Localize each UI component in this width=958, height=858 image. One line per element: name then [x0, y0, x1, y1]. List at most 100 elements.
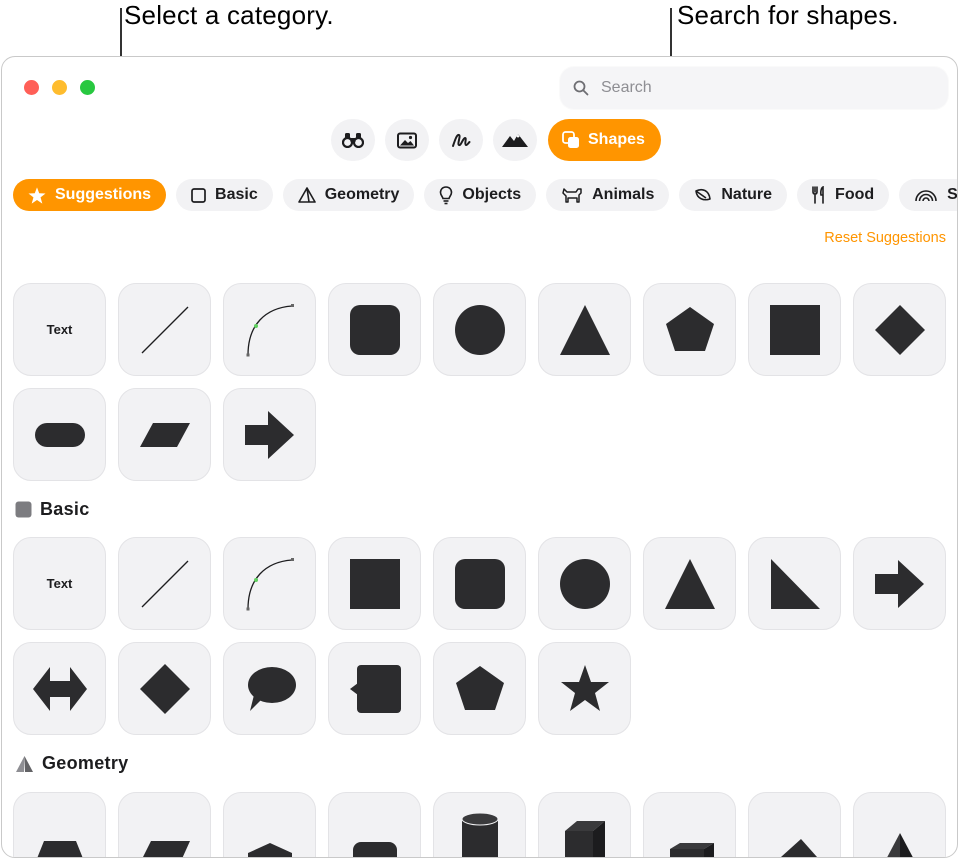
shape-tile-pyramid[interactable] [748, 792, 841, 858]
mode-shapes-button[interactable]: Shapes [548, 119, 661, 161]
star-icon [28, 187, 46, 204]
shape-tile-rounded-rect[interactable] [328, 792, 421, 858]
curve-shape-icon [240, 300, 300, 360]
speech-bubble-shape-icon [240, 659, 300, 719]
shape-tile-pentagon[interactable] [433, 642, 526, 735]
category-animals-label: Animals [592, 186, 654, 204]
shape-tile-right-triangle[interactable] [748, 537, 841, 630]
square-icon [191, 188, 206, 203]
rounded-square-shape-icon [345, 300, 405, 360]
shape-tile-parallelogram[interactable] [118, 792, 211, 858]
category-objects[interactable]: Objects [424, 179, 536, 211]
dog-icon [561, 186, 583, 204]
diamond-shape-icon [870, 300, 930, 360]
shape-tile-callout-square[interactable] [328, 642, 421, 735]
shape-tile-cylinder[interactable] [433, 792, 526, 858]
shape-tile-parallelogram[interactable] [118, 388, 211, 481]
right-triangle-shape-icon [765, 554, 825, 614]
close-button[interactable] [24, 80, 39, 95]
basic-grid: Text [13, 537, 946, 735]
rounded-square-shape-icon [450, 554, 510, 614]
shape-tile-tetrahedron[interactable] [853, 792, 946, 858]
pyramid-icon [298, 187, 316, 204]
mode-landscape-button[interactable] [493, 119, 537, 161]
category-bar: Suggestions Basic Geometry Objects Anima… [13, 179, 958, 211]
shape-tile-star[interactable] [538, 642, 631, 735]
rounded-rect-shape-icon [345, 809, 405, 858]
pyramid-fill-icon [15, 755, 34, 773]
parallelogram-shape-icon [135, 809, 195, 858]
mountains-icon [502, 132, 528, 148]
pyramid-shape-icon [765, 809, 825, 858]
section-geometry-header: Geometry [15, 753, 128, 774]
shape-tile-box[interactable] [643, 792, 736, 858]
shape-tile-square[interactable] [748, 283, 841, 376]
category-geometry[interactable]: Geometry [283, 179, 415, 211]
category-nature[interactable]: Nature [679, 179, 787, 211]
line-shape-icon [135, 300, 195, 360]
shape-tile-arrow[interactable] [223, 388, 316, 481]
shape-tile-triangle[interactable] [643, 537, 736, 630]
shape-tile-line[interactable] [118, 537, 211, 630]
search-icon [573, 80, 589, 96]
shape-tile-curve[interactable] [223, 283, 316, 376]
shape-tile-pill[interactable] [13, 388, 106, 481]
shape-tile-arrow[interactable] [853, 537, 946, 630]
curve-shape-icon [240, 554, 300, 614]
rainbow-icon [914, 188, 938, 202]
suggestions-grid: Text [13, 283, 946, 481]
callout-search: Search for shapes. [677, 0, 899, 31]
box-shape-icon [660, 809, 720, 858]
square-shape-icon [765, 300, 825, 360]
callout-category: Select a category. [124, 0, 334, 31]
category-suggestions-label: Suggestions [55, 186, 151, 204]
shape-tile-trapezoid[interactable] [13, 792, 106, 858]
tetrahedron-shape-icon [870, 809, 930, 858]
shape-tile-double-arrow[interactable] [13, 642, 106, 735]
search-field[interactable] [560, 67, 948, 109]
mode-binoculars-button[interactable] [331, 119, 375, 161]
shape-tile-speech-bubble[interactable] [223, 642, 316, 735]
shape-tile-square[interactable] [328, 537, 421, 630]
category-food[interactable]: Food [797, 179, 889, 211]
shape-tile-curve[interactable] [223, 537, 316, 630]
circle-shape-icon [450, 300, 510, 360]
minimize-button[interactable] [52, 80, 67, 95]
lightbulb-icon [439, 186, 453, 205]
shape-tile-cube[interactable] [538, 792, 631, 858]
category-symbols[interactable]: Sy [899, 179, 958, 211]
category-suggestions[interactable]: Suggestions [13, 179, 166, 211]
shape-tile-pentagon[interactable] [643, 283, 736, 376]
triangle-shape-icon [555, 300, 615, 360]
shape-tile-diamond[interactable] [118, 642, 211, 735]
arrow-shape-icon [870, 554, 930, 614]
shape-tile-text[interactable]: Text [13, 283, 106, 376]
category-basic[interactable]: Basic [176, 179, 273, 211]
shape-tile-rounded-square[interactable] [328, 283, 421, 376]
fork-knife-icon [812, 186, 826, 204]
shape-tile-circle[interactable] [433, 283, 526, 376]
zoom-button[interactable] [80, 80, 95, 95]
section-geometry-title: Geometry [42, 753, 128, 774]
shape-tile-triangle[interactable] [538, 283, 631, 376]
section-basic-title: Basic [40, 499, 90, 520]
shape-tile-rounded-square[interactable] [433, 537, 526, 630]
reset-suggestions-link[interactable]: Reset Suggestions [824, 230, 946, 246]
mode-photo-button[interactable] [385, 119, 429, 161]
binoculars-icon [342, 132, 364, 148]
category-animals[interactable]: Animals [546, 179, 669, 211]
square-fill-icon [15, 501, 32, 518]
shape-tile-circle[interactable] [538, 537, 631, 630]
shape-tile-house[interactable] [223, 792, 316, 858]
category-basic-label: Basic [215, 186, 258, 204]
shape-tile-diamond[interactable] [853, 283, 946, 376]
shape-tile-line[interactable] [118, 283, 211, 376]
mode-sketch-button[interactable] [439, 119, 483, 161]
shape-text-label: Text [47, 576, 73, 591]
cube-shape-icon [555, 809, 615, 858]
cylinder-shape-icon [450, 809, 510, 858]
circle-shape-icon [555, 554, 615, 614]
double-arrow-shape-icon [30, 659, 90, 719]
shape-tile-text[interactable]: Text [13, 537, 106, 630]
search-input[interactable] [599, 78, 903, 98]
